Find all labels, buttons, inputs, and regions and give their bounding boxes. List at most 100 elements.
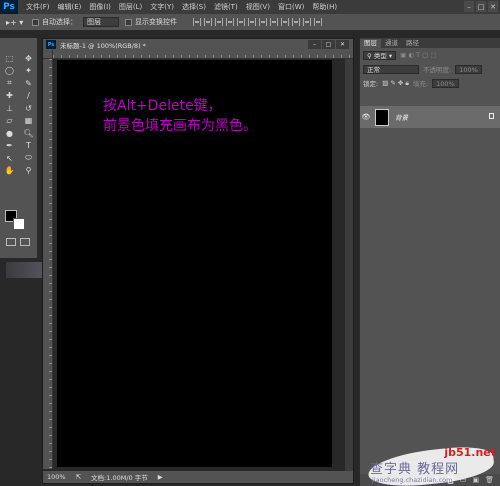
close-button[interactable]: ✕ <box>488 1 498 12</box>
pen-tool-icon[interactable]: ✒ <box>0 140 19 153</box>
opacity-label: 不透明度: <box>423 66 452 74</box>
type-tool-icon[interactable]: T <box>19 140 38 153</box>
workspace-background <box>0 258 38 486</box>
distribute-top-icon[interactable] <box>259 18 267 26</box>
tab-paths[interactable]: 路径 <box>402 39 423 48</box>
layer-filter-label: 类型 <box>373 51 387 60</box>
eye-icon[interactable]: 👁︎ <box>360 113 372 121</box>
align-top-icon[interactable] <box>193 18 201 26</box>
distribute-hcenter-icon[interactable] <box>303 18 311 26</box>
lock-icons[interactable]: ▨ ✎ ✥ 🔒︎ <box>382 79 409 88</box>
layer-thumbnail <box>375 108 389 126</box>
menu-select[interactable]: 选择(S) <box>178 2 210 12</box>
blend-mode-dropdown[interactable]: 正常 <box>363 64 419 74</box>
minimize-button[interactable]: – <box>464 1 474 12</box>
vertical-scrollbar[interactable] <box>345 59 353 471</box>
layer-row[interactable]: 👁︎ 背景 <box>360 106 500 128</box>
filter-icons[interactable]: ▣ ◐ T ▢ ⬚ <box>400 51 436 59</box>
crop-tool-icon[interactable]: ⌗ <box>0 77 19 90</box>
healing-brush-tool-icon[interactable]: ✚ <box>0 90 19 103</box>
move-tool-icon[interactable]: ✥ <box>19 52 38 65</box>
vertical-ruler[interactable] <box>43 59 53 469</box>
layers-panel: 图层 通道 路径 ⚲ 类型 ▾ ▣ ◐ T ▢ ⬚ 正常 不透明度: 100% … <box>359 38 500 486</box>
layer-name[interactable]: 背景 <box>395 112 408 122</box>
menu-file[interactable]: 文件(F) <box>22 2 54 12</box>
menu-filter[interactable]: 滤镜(T) <box>210 2 242 12</box>
align-buttons <box>193 18 322 26</box>
canvas-annotation-line1: 按Alt+Delete键， <box>103 98 222 114</box>
shape-tool-icon[interactable]: ⬭ <box>19 152 38 165</box>
quick-mask-icon[interactable] <box>6 238 16 246</box>
auto-select-dropdown[interactable]: 图层 <box>83 17 119 27</box>
zoom-level[interactable]: 100% <box>47 473 66 481</box>
lock-row: 锁定: ▨ ✎ ✥ 🔒︎ 填充: 100% <box>360 76 500 90</box>
fill-input[interactable]: 100% <box>432 78 459 88</box>
canvas-annotation-line2: 前景色填充画布为黑色。 <box>103 118 257 134</box>
menu-image[interactable]: 图像(I) <box>85 2 115 12</box>
menu-window[interactable]: 窗口(W) <box>274 2 308 12</box>
align-left-icon[interactable] <box>226 18 234 26</box>
blur-tool-icon[interactable]: ● <box>0 127 19 140</box>
lasso-tool-icon[interactable]: ◯ <box>0 65 19 78</box>
doc-close-button[interactable]: ✕ <box>336 40 349 49</box>
auto-select-option[interactable]: 自动选择： <box>32 17 77 27</box>
show-transform-label: 显示变换控件 <box>135 18 177 26</box>
doc-restore-button[interactable]: □ <box>322 40 335 49</box>
show-transform-option[interactable]: 显示变换控件 <box>125 17 177 27</box>
distribute-bottom-icon[interactable] <box>281 18 289 26</box>
align-hcenter-icon[interactable] <box>237 18 245 26</box>
document-window-controls: – □ ✕ <box>308 40 349 49</box>
path-selection-tool-icon[interactable]: ↖ <box>0 152 19 165</box>
menu-layer[interactable]: 图层(L) <box>115 2 146 12</box>
export-icon[interactable]: ⇱ <box>76 473 81 481</box>
show-transform-checkbox[interactable] <box>125 18 132 26</box>
layer-filter-dropdown[interactable]: ⚲ 类型 ▾ <box>363 50 397 60</box>
clone-stamp-tool-icon[interactable]: ⊥ <box>0 102 19 115</box>
eyedropper-tool-icon[interactable]: ✎ <box>19 77 38 90</box>
toolbox: ⬚ ✥ ◯ ✦ ⌗ ✎ ✚ / ⊥ ↺ ▱ ▦ ● 🔍︎ ✒ T ↖ ⬭ ✋ ⚲ <box>0 38 38 258</box>
canvas[interactable]: 按Alt+Delete键， 前景色填充画布为黑色。 <box>57 60 332 467</box>
magic-wand-tool-icon[interactable]: ✦ <box>19 65 38 78</box>
menu-type[interactable]: 文字(Y) <box>146 2 178 12</box>
canvas-annotation: 按Alt+Delete键， 前景色填充画布为黑色。 <box>103 96 257 136</box>
menu-edit[interactable]: 编辑(E) <box>54 2 86 12</box>
auto-select-checkbox[interactable] <box>32 18 39 26</box>
tab-layers[interactable]: 图层 <box>360 39 381 48</box>
gradient-tool-icon[interactable]: ▦ <box>19 115 38 128</box>
document-title: 未标题-1 @ 100%(RGB/8) * <box>60 41 146 50</box>
distribute-left-icon[interactable] <box>292 18 300 26</box>
blend-row: 正常 不透明度: 100% <box>360 62 500 76</box>
move-icon[interactable]: ▸+ ▾ <box>6 16 26 28</box>
restore-button[interactable]: □ <box>476 1 486 12</box>
opacity-input[interactable]: 100% <box>455 64 482 74</box>
status-bar: 100% ⇱ 文档:1.00M/0 字节 ▶ <box>43 471 353 483</box>
eraser-tool-icon[interactable]: ▱ <box>0 115 19 128</box>
zoom-tool-icon[interactable]: ⚲ <box>19 165 38 178</box>
menu-view[interactable]: 视图(V) <box>242 2 274 12</box>
align-vcenter-icon[interactable] <box>204 18 212 26</box>
align-right-icon[interactable] <box>248 18 256 26</box>
history-brush-tool-icon[interactable]: ↺ <box>19 102 38 115</box>
dodge-tool-icon[interactable]: 🔍︎ <box>19 127 38 140</box>
menu-help[interactable]: 帮助(H) <box>308 2 341 12</box>
screen-mode-icon[interactable] <box>20 238 30 246</box>
ruler-corner[interactable] <box>43 50 53 59</box>
document-window: Ps 未标题-1 @ 100%(RGB/8) * – □ ✕ 按Alt+Dele… <box>42 38 354 484</box>
distribute-right-icon[interactable] <box>314 18 322 26</box>
hand-tool-icon[interactable]: ✋ <box>0 165 19 178</box>
horizontal-ruler[interactable] <box>53 50 353 59</box>
align-bottom-icon[interactable] <box>215 18 223 26</box>
photoshop-logo: Ps <box>0 0 18 14</box>
background-color-swatch[interactable] <box>13 218 25 230</box>
marquee-tool-icon[interactable]: ⬚ <box>0 52 19 65</box>
brush-tool-icon[interactable]: / <box>19 90 38 103</box>
fill-label: 填充: <box>412 80 429 88</box>
document-tab[interactable]: Ps 未标题-1 @ 100%(RGB/8) * – □ ✕ <box>43 39 353 50</box>
layer-filter-row: ⚲ 类型 ▾ ▣ ◐ T ▢ ⬚ <box>360 48 500 62</box>
watermark-url: jiaocheng.chazidian.com <box>372 476 453 484</box>
distribute-vcenter-icon[interactable] <box>270 18 278 26</box>
watermark-text: 查字典 教程网 <box>370 462 460 477</box>
status-menu-arrow-icon[interactable]: ▶ <box>158 473 163 481</box>
tab-channels[interactable]: 通道 <box>381 39 402 48</box>
doc-minimize-button[interactable]: – <box>308 40 321 49</box>
